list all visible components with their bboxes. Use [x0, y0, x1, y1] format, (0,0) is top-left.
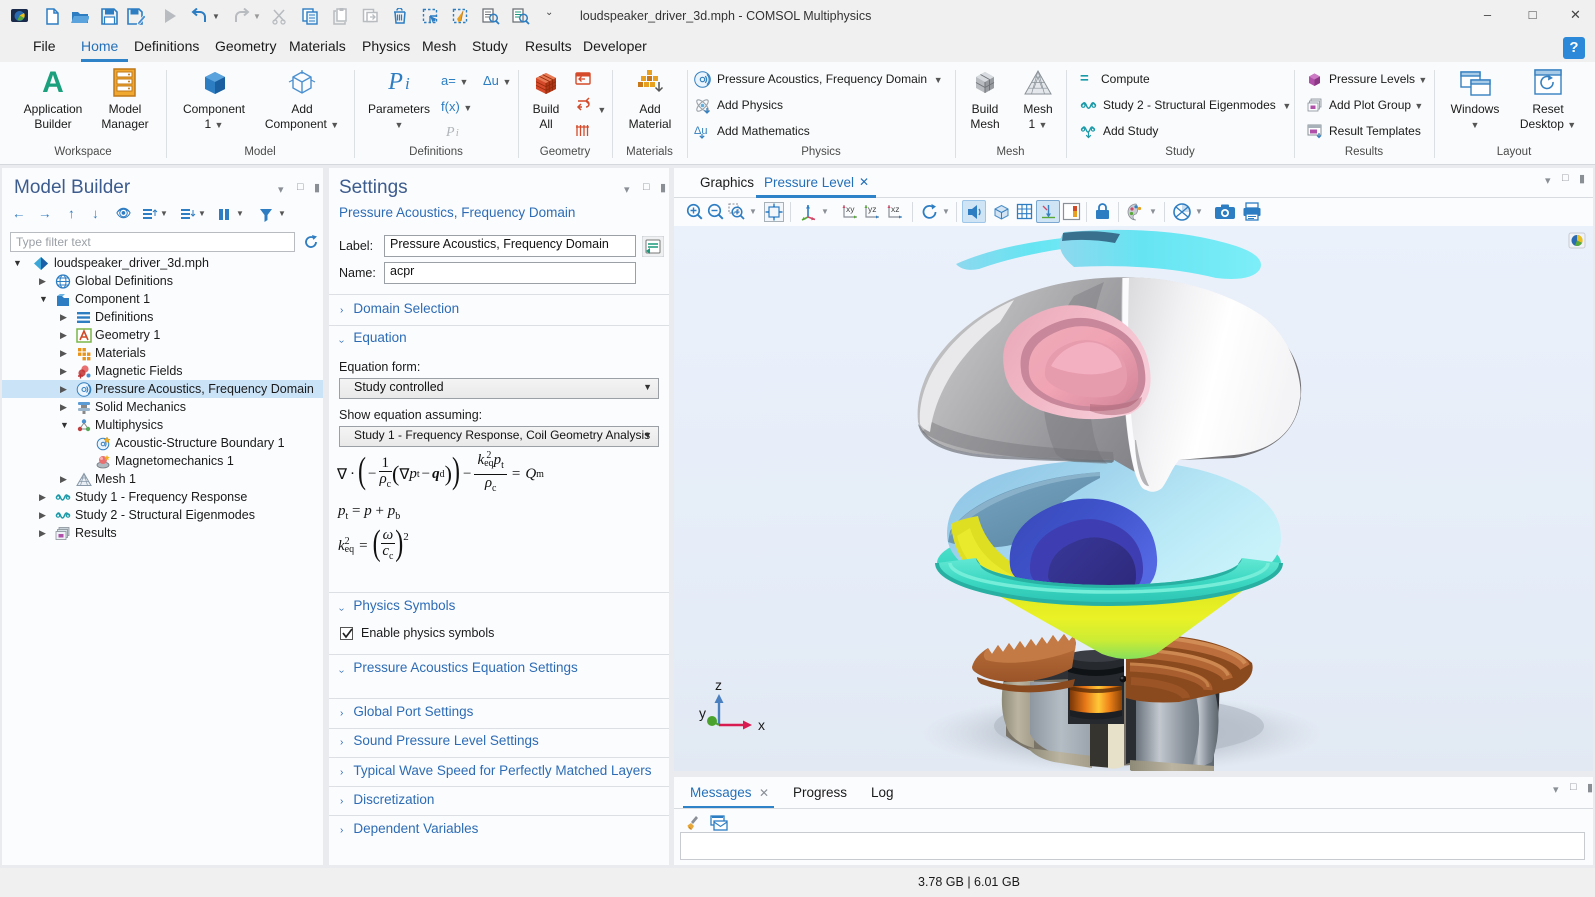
svg-text:z: z [715, 677, 722, 693]
svg-text:Δu: Δu [694, 125, 707, 137]
svg-text:yz: yz [868, 204, 877, 214]
svg-text:x: x [758, 717, 765, 733]
svg-text:y: y [699, 705, 706, 721]
svg-text:xz: xz [891, 204, 900, 214]
svg-text:xy: xy [846, 204, 855, 214]
